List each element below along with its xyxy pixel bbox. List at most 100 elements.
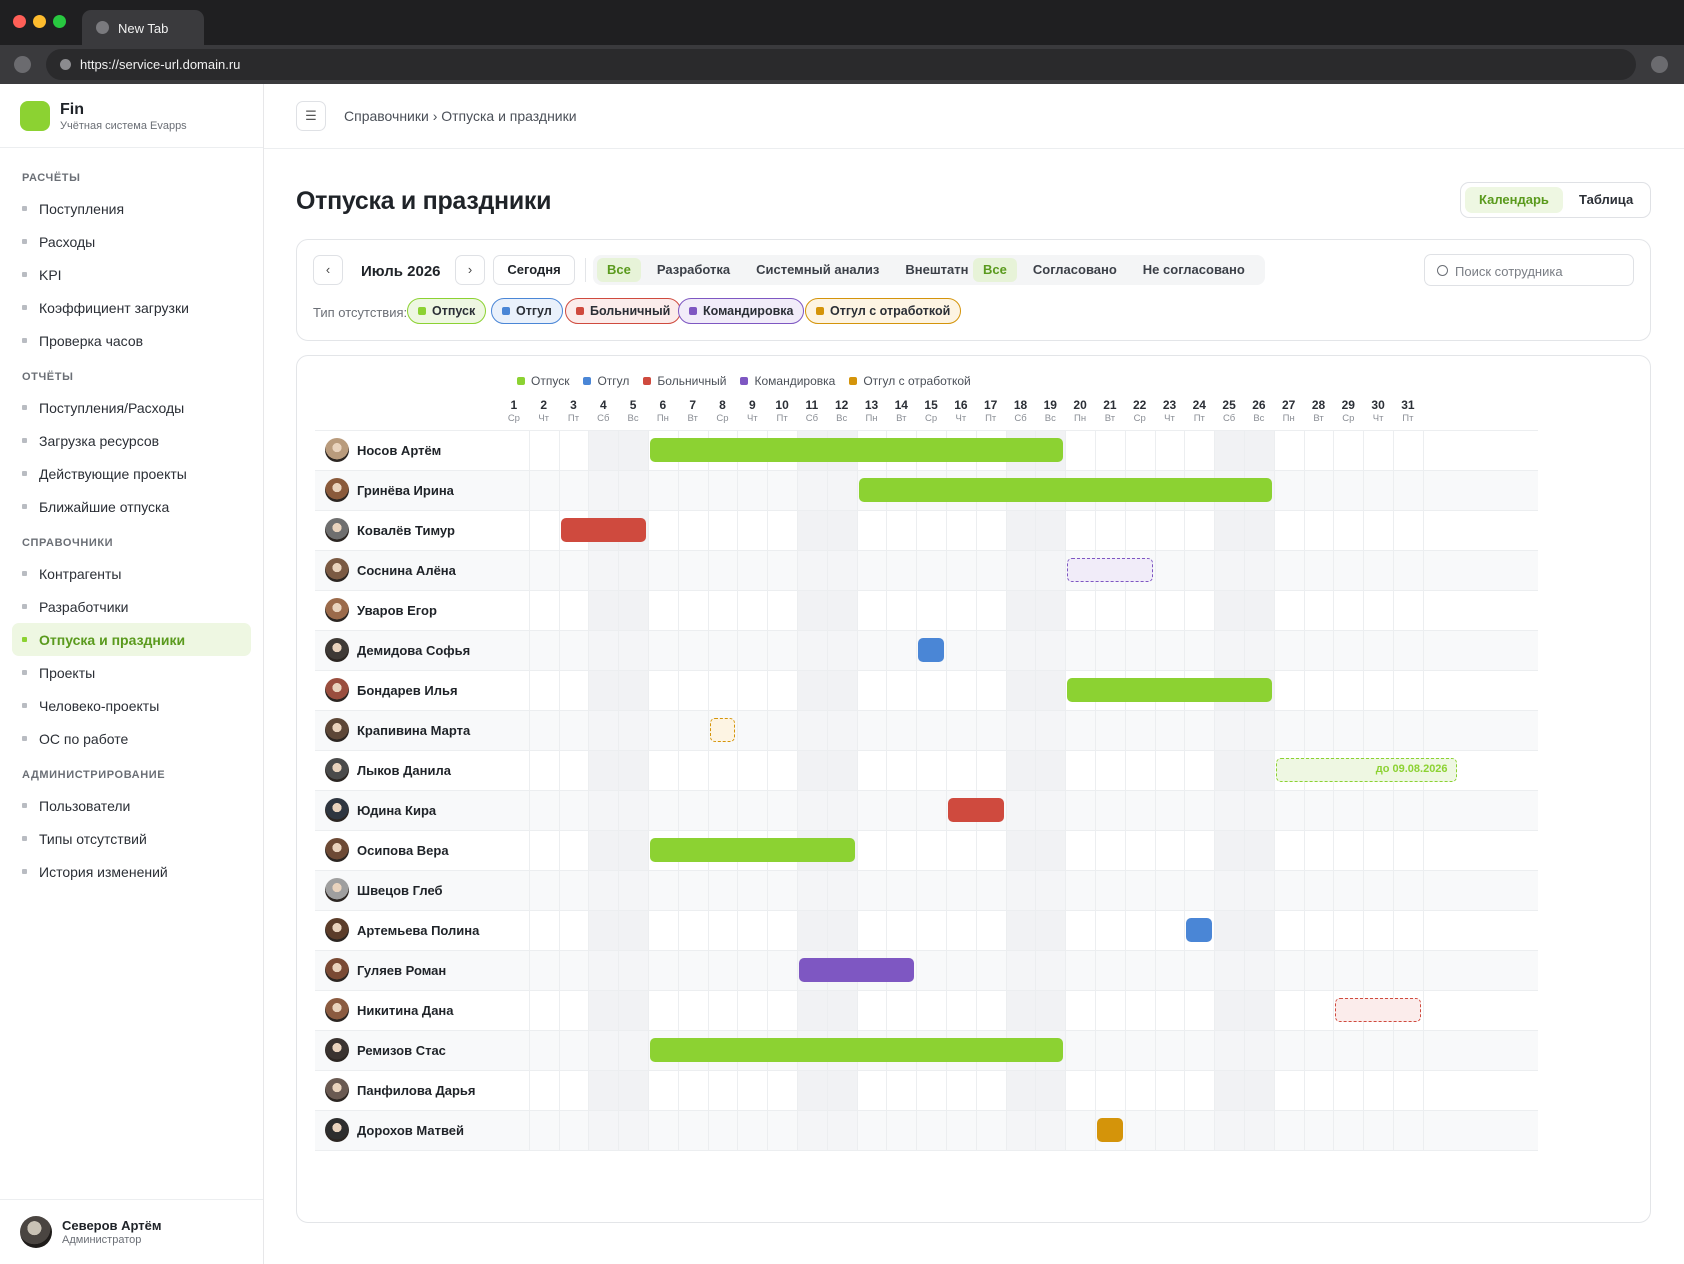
minimize-window-icon[interactable] [33, 15, 46, 28]
absence-chip-sick[interactable]: Больничный [565, 298, 682, 324]
employee-name[interactable]: Бондарев Илья [325, 670, 458, 710]
url-text: https://service-url.domain.ru [80, 57, 241, 72]
employee-name[interactable]: Крапивина Марта [325, 710, 470, 750]
employee-name[interactable]: Лыков Данила [325, 750, 451, 790]
employee-name[interactable]: Уваров Егор [325, 590, 437, 630]
department-все[interactable]: Все [597, 258, 641, 282]
view-table-button[interactable]: Таблица [1565, 187, 1647, 213]
bullet-icon [22, 670, 27, 675]
prev-month-button[interactable]: ‹ [313, 255, 343, 285]
employee-name[interactable]: Демидова Софья [325, 630, 470, 670]
employee-avatar [325, 1118, 349, 1142]
employee-name[interactable]: Панфилова Дарья [325, 1070, 476, 1110]
site-info-icon[interactable] [60, 59, 71, 70]
department-разработка[interactable]: Разработка [647, 258, 740, 282]
employee-name[interactable]: Соснина Алёна [325, 550, 456, 590]
sidebar-item-разработчики[interactable]: Разработчики [12, 590, 251, 623]
sidebar-item-действующие-проекты[interactable]: Действующие проекты [12, 457, 251, 490]
absence-bar-trip[interactable] [799, 958, 915, 982]
maximize-window-icon[interactable] [53, 15, 66, 28]
absence-chip-dayoff[interactable]: Отгул [491, 298, 563, 324]
sidebar-item-контрагенты[interactable]: Контрагенты [12, 557, 251, 590]
sidebar-item-расходы[interactable]: Расходы [12, 225, 251, 258]
employee-name[interactable]: Дорохов Матвей [325, 1110, 464, 1150]
absence-bar-vacation[interactable] [650, 1038, 1064, 1062]
absence-bar-workoff[interactable] [709, 718, 736, 742]
today-button[interactable]: Сегодня [493, 255, 575, 285]
day-weekday: Ср [716, 413, 729, 424]
day-number: 14 [894, 398, 908, 412]
sidebar-item-ближайшие-отпуска[interactable]: Ближайшие отпуска [12, 490, 251, 523]
department-системный-анализ[interactable]: Системный анализ [746, 258, 889, 282]
sidebar-item-поступления-расходы[interactable]: Поступления/Расходы [12, 391, 251, 424]
employee-name[interactable]: Гуляев Роман [325, 950, 446, 990]
sidebar-item-kpi[interactable]: KPI [12, 258, 251, 291]
absence-bar-vacation[interactable] [650, 438, 1064, 462]
sidebar-item-label: Ближайшие отпуска [39, 498, 170, 515]
absence-chip-workoff[interactable]: Отгул с отработкой [805, 298, 962, 324]
absence-bar-dayoff[interactable] [1186, 918, 1213, 942]
sidebar-item-коэффициент-загрузки[interactable]: Коэффициент загрузки [12, 291, 251, 324]
absence-bar-vacation[interactable] [858, 478, 1272, 502]
browser-addressbar: https://service-url.domain.ru [0, 45, 1684, 84]
sidebar-item-ос-по-работе[interactable]: ОС по работе [12, 722, 251, 755]
close-window-icon[interactable] [13, 15, 26, 28]
absence-bar-vacation[interactable] [650, 838, 855, 862]
employee-search-input[interactable] [1455, 261, 1625, 281]
absence-chip-vacation[interactable]: Отпуск [407, 298, 487, 324]
row-gridline [315, 1110, 1538, 1111]
browser-tab[interactable]: New Tab [82, 10, 204, 45]
employee-name[interactable]: Никитина Дана [325, 990, 454, 1030]
sidebar-item-человеко-проекты[interactable]: Человеко-проекты [12, 689, 251, 722]
status-не-согласовано[interactable]: Не согласовано [1133, 258, 1255, 282]
absence-bar-sick[interactable] [1335, 998, 1421, 1022]
absence-bar-sick[interactable] [948, 798, 1004, 822]
sidebar-item-поступления[interactable]: Поступления [12, 192, 251, 225]
status-все[interactable]: Все [973, 258, 1017, 282]
chip-label: Отпуск [432, 304, 476, 318]
employee-name[interactable]: Швецов Глеб [325, 870, 443, 910]
absence-bar-dayoff[interactable] [918, 638, 944, 662]
browser-menu-icon[interactable] [1651, 56, 1668, 73]
absence-bar-trip[interactable] [1067, 558, 1153, 582]
next-month-button[interactable]: › [455, 255, 485, 285]
row-gridline [315, 630, 1538, 631]
current-user[interactable]: Северов Артём Администратор [0, 1199, 263, 1264]
menu-toggle-icon[interactable]: ☰ [296, 101, 326, 131]
user-role: Администратор [62, 1234, 142, 1246]
browser-back-icon[interactable] [14, 56, 31, 73]
employee-name[interactable]: Осипова Вера [325, 830, 449, 870]
day-weekday: Сб [597, 413, 610, 424]
employee-name[interactable]: Юдина Кира [325, 790, 436, 830]
employee-name-label: Осипова Вера [357, 842, 449, 858]
sidebar-item-история-изменений[interactable]: История изменений [12, 855, 251, 888]
employee-search[interactable] [1424, 254, 1634, 286]
sidebar-item-загрузка-ресурсов[interactable]: Загрузка ресурсов [12, 424, 251, 457]
view-calendar-button[interactable]: Календарь [1465, 187, 1563, 213]
employee-name[interactable]: Ремизов Стас [325, 1030, 446, 1070]
employee-name-label: Швецов Глеб [357, 882, 443, 898]
absence-bar-sick[interactable] [560, 518, 646, 542]
absence-chip-trip[interactable]: Командировка [678, 298, 805, 324]
day-weekday: Сб [805, 413, 819, 424]
bullet-icon [22, 736, 27, 741]
employee-name[interactable]: Гринёва Ирина [325, 470, 454, 510]
absence-bar-vacation[interactable]: до 09.08.2026 [1275, 758, 1457, 782]
sidebar-item-отпуска-и-праздники[interactable]: Отпуска и праздники [12, 623, 251, 656]
employee-name[interactable]: Ковалёв Тимур [325, 510, 455, 550]
absence-bar-workoff[interactable] [1097, 1118, 1123, 1142]
legend-item-workoff: Отгул с отработкой [849, 374, 971, 388]
status-согласовано[interactable]: Согласовано [1023, 258, 1127, 282]
nav-section-title: РАСЧЁТЫ [22, 172, 81, 184]
day-number: 28 [1311, 398, 1326, 412]
absence-bar-vacation[interactable] [1067, 678, 1272, 702]
sidebar-item-проекты[interactable]: Проекты [12, 656, 251, 689]
sidebar-item-типы-отсутствий[interactable]: Типы отсутствий [12, 822, 251, 855]
sidebar-item-label: Коэффициент загрузки [39, 299, 189, 316]
sidebar-item-пользователи[interactable]: Пользователи [12, 789, 251, 822]
employee-name[interactable]: Носов Артём [325, 430, 441, 470]
sidebar-item-проверка-часов[interactable]: Проверка часов [12, 324, 251, 357]
row-gridline [315, 510, 1538, 511]
employee-name[interactable]: Артемьева Полина [325, 910, 479, 950]
url-bar[interactable]: https://service-url.domain.ru [46, 49, 1636, 80]
